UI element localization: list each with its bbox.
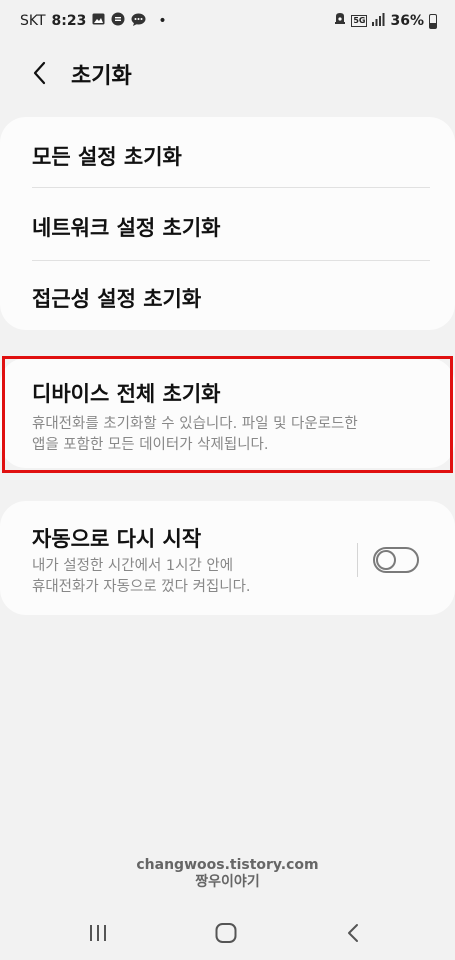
battery-percent: 36%	[390, 13, 424, 29]
vertical-divider	[357, 543, 358, 577]
status-right: 5G 36%	[334, 12, 437, 30]
home-button[interactable]	[210, 917, 242, 949]
clock: 8:23	[51, 13, 87, 29]
reset-options-card: 모든 설정 초기화 네트워크 설정 초기화 접근성 설정 초기화	[0, 117, 455, 330]
factory-reset-description: 휴대전화를 초기화할 수 있습니다. 파일 및 다운로드한 앱을 포함한 모든 …	[32, 414, 432, 456]
factory-reset-description-line1: 휴대전화를 초기화할 수 있습니다. 파일 및 다운로드한	[32, 416, 358, 432]
status-bar: SKT 8:23 • 5G 36%	[0, 0, 455, 42]
auto-restart-description: 내가 설정한 시간에서 1시간 안에 휴대전화가 자동으로 껐다 켜집니다.	[32, 556, 332, 598]
reset-all-settings-label: 모든 설정 초기화	[32, 145, 182, 169]
reset-network-settings-label: 네트워크 설정 초기화	[32, 216, 221, 240]
reset-network-settings-item[interactable]: 네트워크 설정 초기화	[0, 188, 455, 260]
watermark-name: 짱우이야기	[195, 874, 260, 890]
navigation-bar	[0, 905, 455, 960]
reset-accessibility-settings-item[interactable]: 접근성 설정 초기화	[0, 261, 455, 333]
watermark: changwoos.tistory.com 짱우이야기	[0, 857, 455, 891]
toggle-knob	[376, 550, 396, 570]
5g-icon: 5G	[351, 15, 368, 27]
factory-reset-description-line2: 앱을 포함한 모든 데이터가 삭제됩니다.	[32, 437, 269, 453]
carrier-label: SKT	[20, 13, 46, 29]
page-title: 초기화	[71, 64, 132, 89]
watermark-url: changwoos.tistory.com	[136, 857, 319, 873]
gallery-icon	[92, 13, 105, 29]
auto-restart-description-line2: 휴대전화가 자동으로 껐다 켜집니다.	[32, 579, 251, 595]
factory-reset-title: 디바이스 전체 초기화	[32, 382, 221, 406]
network-badge: 5G	[351, 15, 368, 27]
chevron-left-icon	[33, 61, 46, 85]
reset-accessibility-settings-label: 접근성 설정 초기화	[32, 287, 202, 311]
auto-restart-title: 자동으로 다시 시작	[32, 527, 202, 551]
alarm-icon	[334, 12, 346, 30]
app-header: 초기화	[0, 50, 455, 96]
signal-icon	[372, 12, 385, 30]
talk-icon	[131, 13, 146, 30]
auto-restart-description-line1: 내가 설정한 시간에서 1시간 안에	[32, 558, 234, 574]
auto-restart-toggle[interactable]	[373, 547, 419, 573]
messenger-icon	[111, 12, 125, 30]
recent-apps-icon	[90, 925, 106, 941]
status-left: SKT 8:23 •	[20, 12, 167, 30]
recent-apps-button[interactable]	[82, 917, 114, 949]
system-back-button[interactable]	[338, 917, 370, 949]
back-icon	[348, 924, 358, 942]
status-dot: •	[158, 13, 167, 29]
auto-restart-item[interactable]: 자동으로 다시 시작 내가 설정한 시간에서 1시간 안에 휴대전화가 자동으로…	[0, 501, 455, 615]
back-button[interactable]	[26, 58, 56, 88]
reset-all-settings-item[interactable]: 모든 설정 초기화	[0, 117, 455, 189]
home-icon	[215, 923, 237, 943]
battery-icon	[429, 13, 437, 29]
factory-reset-item[interactable]: 디바이스 전체 초기화 휴대전화를 초기화할 수 있습니다. 파일 및 다운로드…	[0, 358, 455, 468]
